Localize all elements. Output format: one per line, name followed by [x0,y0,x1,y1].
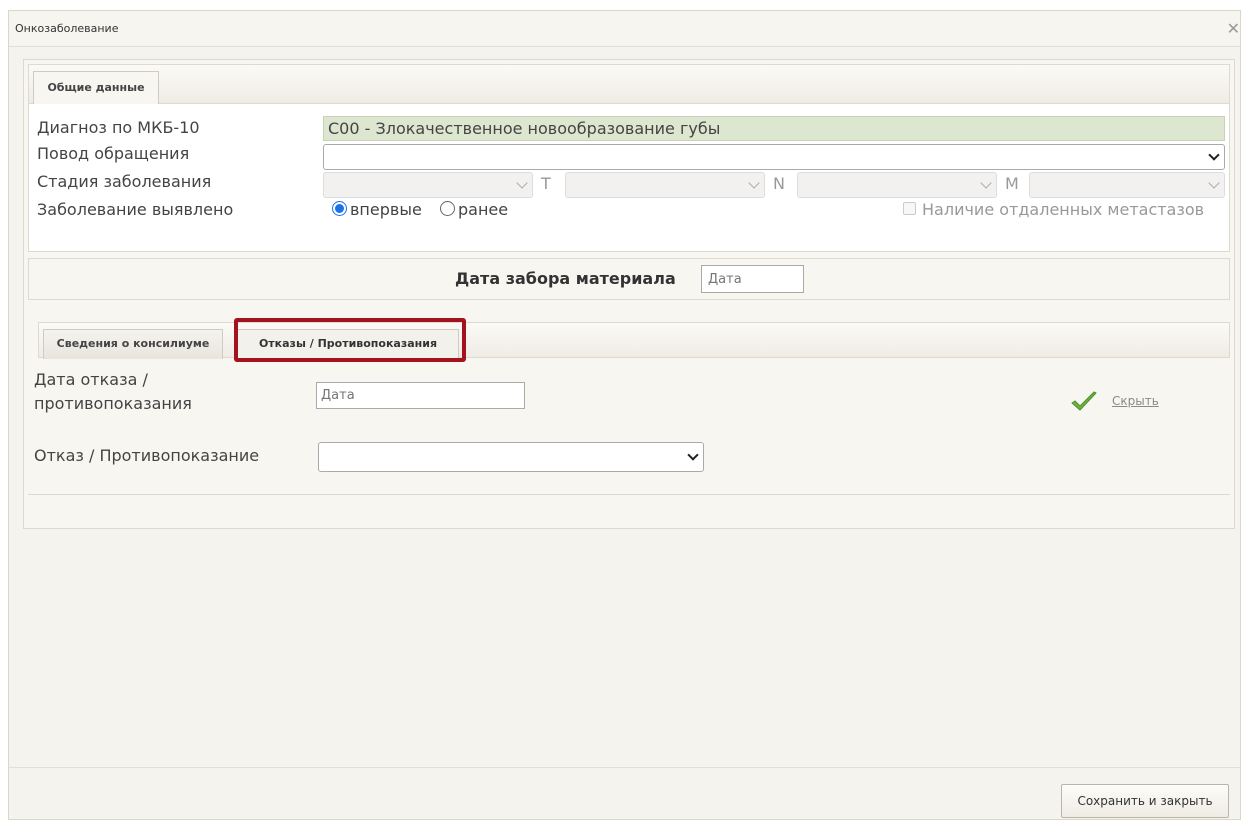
stage-m-select [1029,172,1225,198]
highlight-annotation [234,318,466,362]
chevron-down-icon [748,177,760,189]
diagnosis-field[interactable]: C00 - Злокачественное новообразование гу… [323,116,1225,141]
stage-m-label: M [1005,174,1019,193]
stage-t-label: T [541,174,551,193]
stage-label: Стадия заболевания [37,172,212,191]
general-form: Диагноз по МКБ-10 C00 - Злокачественное … [28,104,1230,252]
dialog-titlebar: Онкозаболевание ✕ [9,11,1240,47]
material-date-input[interactable] [701,265,804,293]
main-panel: Общие данные Диагноз по МКБ-10 C00 - Зло… [23,59,1235,529]
chevron-down-icon [687,449,699,461]
chevron-down-icon [516,177,528,189]
metastasis-label: Наличие отдаленных метастазов [922,200,1205,219]
chevron-down-icon [980,177,992,189]
checkmark-icon[interactable] [1070,390,1098,414]
tab-council[interactable]: Сведения о консилиуме [43,329,223,359]
radio-first-time[interactable] [332,201,347,216]
metastasis-checkbox [903,202,916,215]
hide-link[interactable]: Скрыть [1112,394,1159,408]
radio-earlier[interactable] [440,201,455,216]
reason-label: Повод обращения [37,144,190,163]
diagnosis-label: Диагноз по МКБ-10 [37,118,200,137]
reason-select[interactable] [323,144,1225,170]
close-icon[interactable]: ✕ [1227,19,1240,38]
save-and-close-button[interactable]: Сохранить и закрыть [1061,784,1229,818]
refusal-panel: Дата отказа / противопоказания Скрыть От… [28,362,1230,524]
refusal-type-label: Отказ / Противопоказание [34,446,260,465]
main-tab-strip: Общие данные [28,64,1230,105]
tab-general-data[interactable]: Общие данные [33,71,159,105]
stage-n-label: N [773,174,785,193]
detected-label: Заболевание выявлено [37,200,234,219]
chevron-down-icon [1208,149,1220,161]
stage-n-select [797,172,997,198]
stage-t-select [565,172,765,198]
stage-select [323,172,533,198]
refusal-date-label: Дата отказа / противопоказания [34,370,192,413]
material-date-row: Дата забора материала [28,258,1230,300]
refusal-type-select[interactable] [318,442,704,472]
dialog-footer: Сохранить и закрыть [9,767,1240,820]
refusal-date-input[interactable] [316,382,525,409]
oncology-dialog: Онкозаболевание ✕ Общие данные Диагноз п… [8,10,1241,820]
radio-first-time-label[interactable]: впервые [350,200,422,219]
divider [28,494,1230,495]
radio-earlier-label[interactable]: ранее [458,200,508,219]
sub-tab-strip: Сведения о консилиуме Отказы / Противопо… [38,322,1230,359]
material-date-label: Дата забора материала [455,269,676,288]
dialog-title: Онкозаболевание [15,22,119,35]
chevron-down-icon [1208,177,1220,189]
